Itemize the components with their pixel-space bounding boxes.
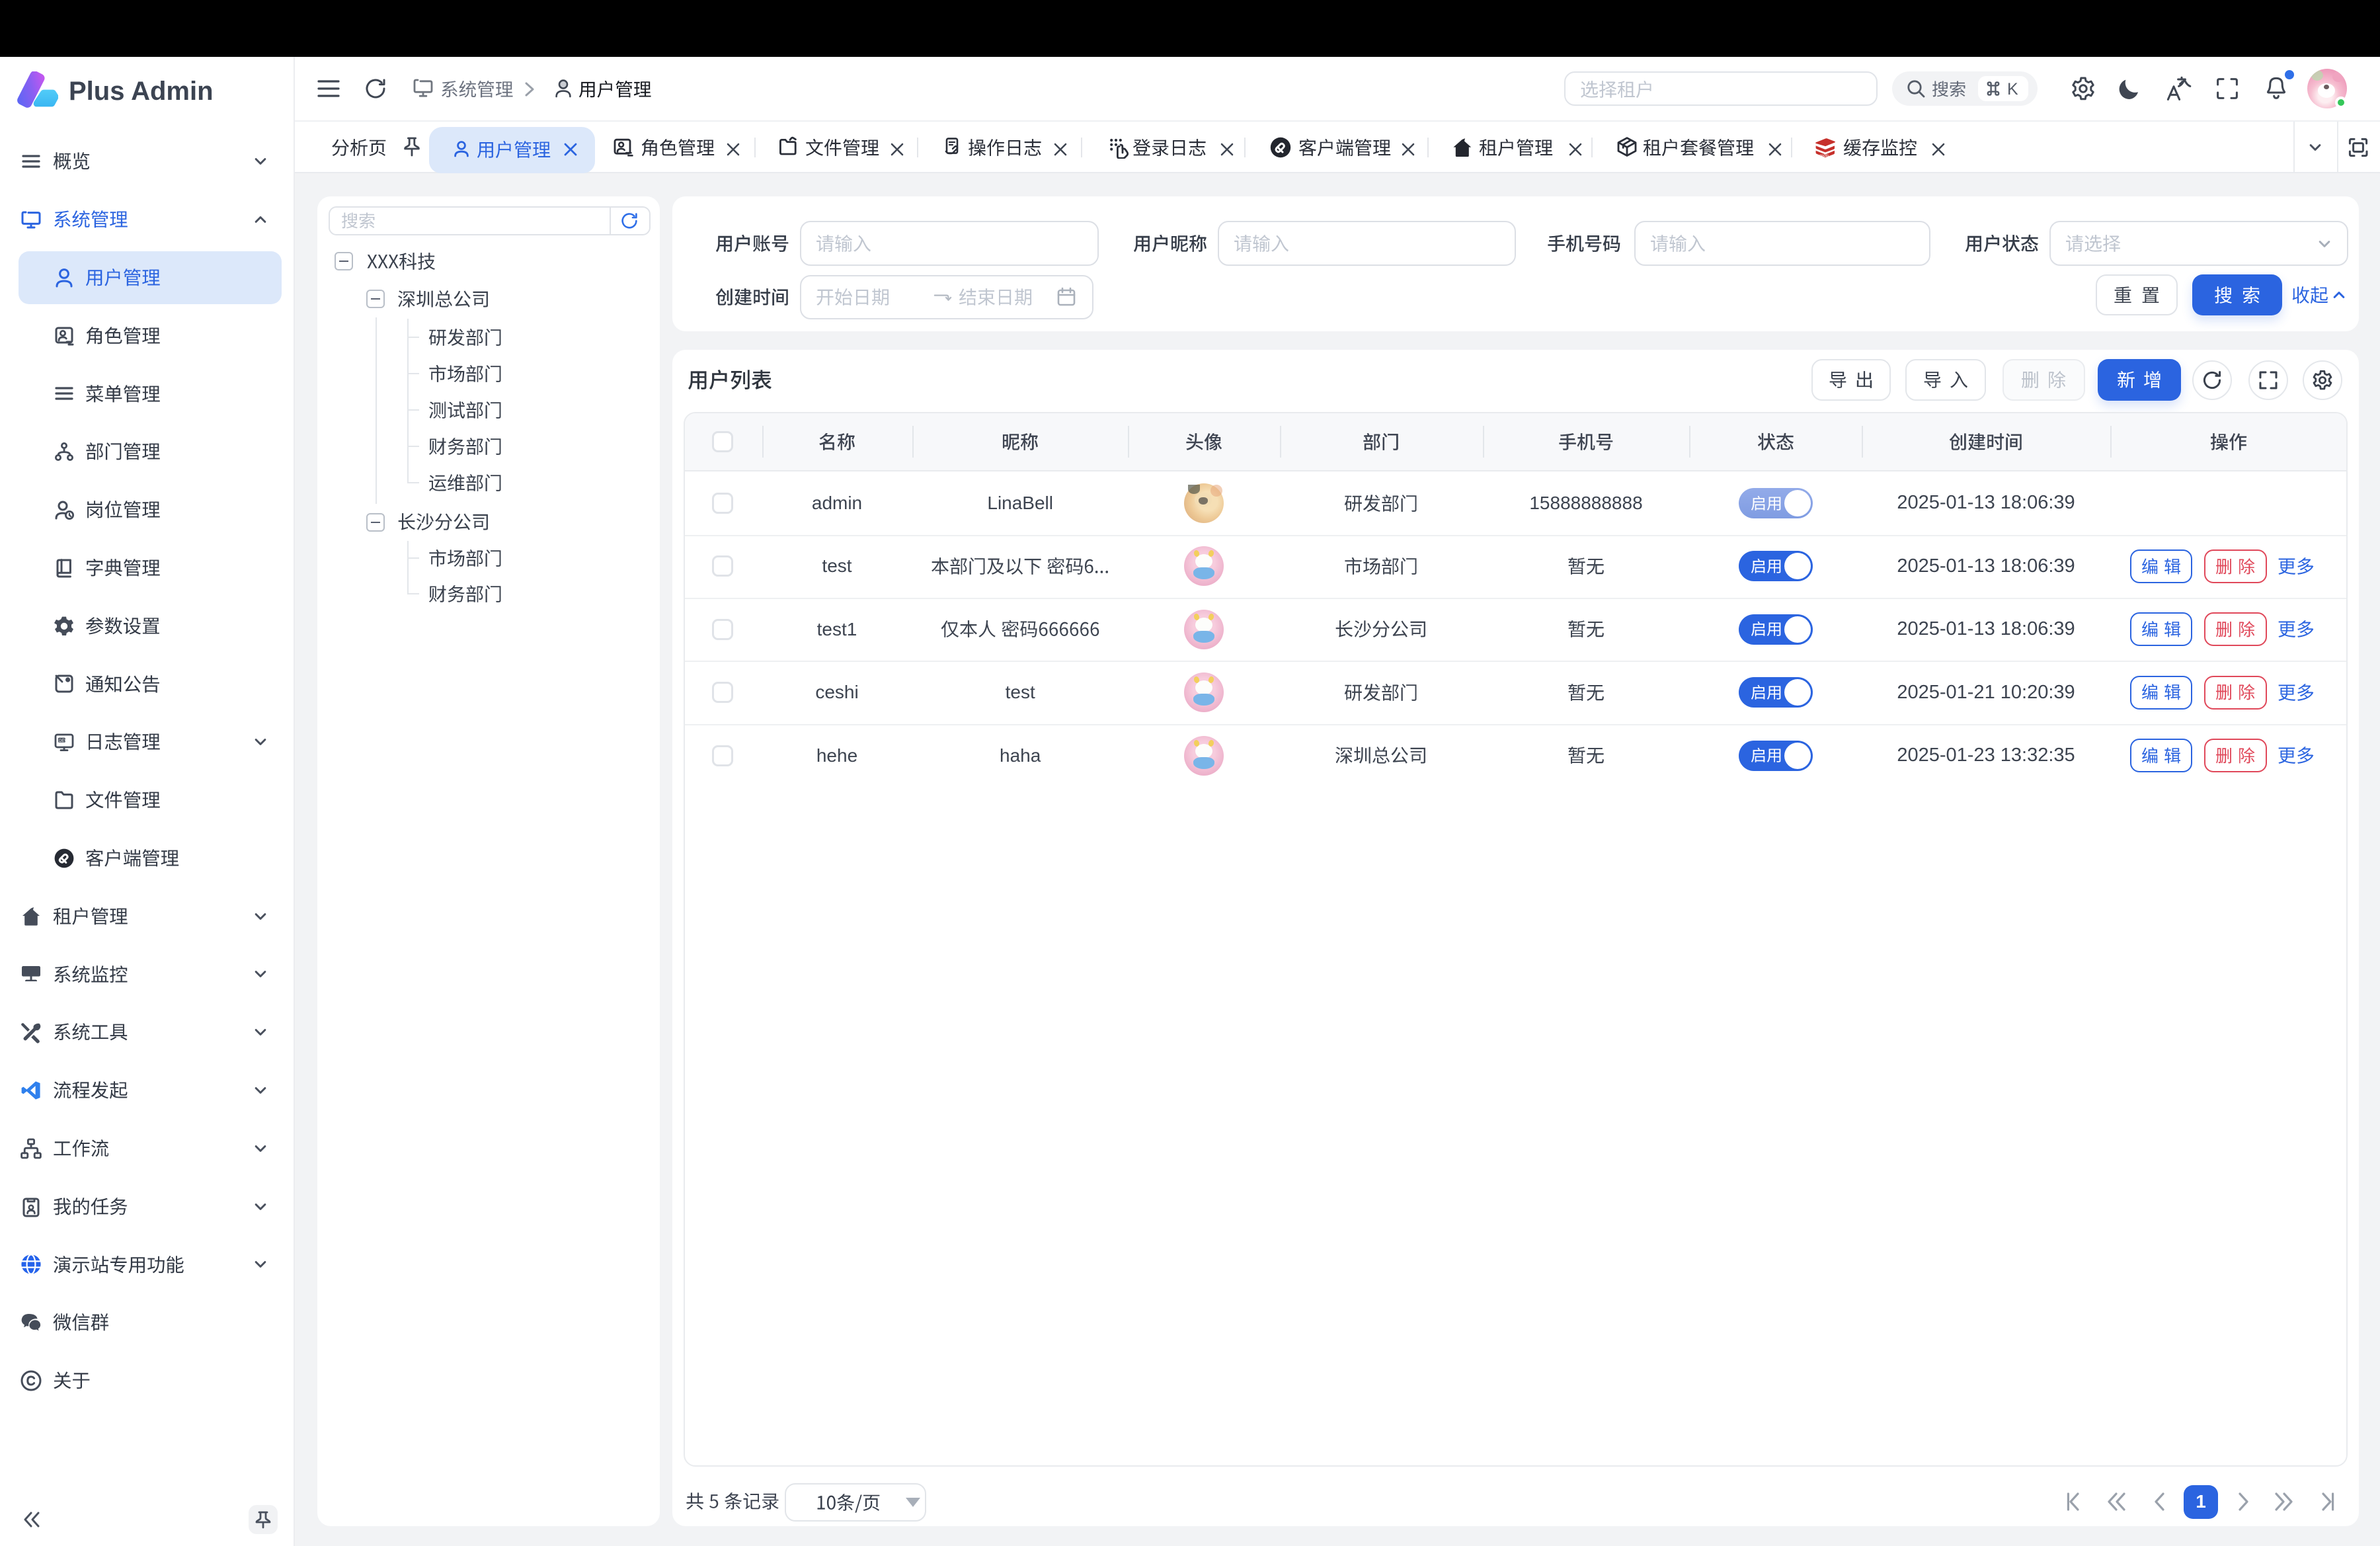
- svg-text:redis: redis: [1819, 153, 1829, 157]
- svg-text:DEV: DEV: [59, 739, 67, 743]
